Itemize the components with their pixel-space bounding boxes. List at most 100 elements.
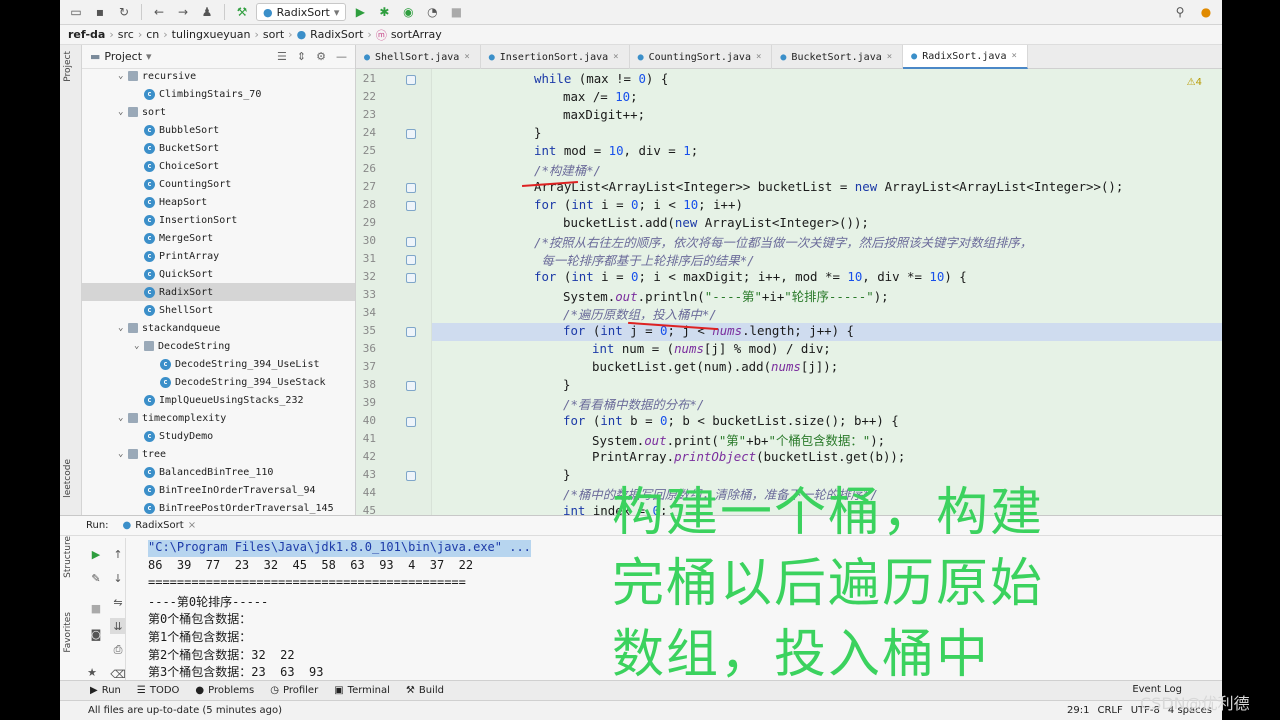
vcs-icon[interactable]: ♟ <box>197 2 217 22</box>
breadcrumb-item[interactable]: sortArray <box>391 28 442 41</box>
tool-window-tab[interactable]: ⚒ Build <box>406 685 444 696</box>
close-icon[interactable]: × <box>613 52 618 62</box>
warning-indicator[interactable]: ⚠4 <box>1187 77 1202 88</box>
tree-item[interactable]: c QuickSort <box>82 265 355 283</box>
caret-position[interactable]: 29:1 <box>1067 705 1089 716</box>
fold-marker-icon[interactable] <box>406 273 416 283</box>
breadcrumb-item[interactable]: ref-da <box>68 28 105 41</box>
close-icon[interactable]: × <box>464 52 469 62</box>
fold-marker-icon[interactable] <box>406 201 416 211</box>
chevron-down-icon[interactable]: ▾ <box>146 50 152 63</box>
forward-icon[interactable]: → <box>173 2 193 22</box>
editor-tab[interactable]: ● CountingSort.java × <box>630 45 773 69</box>
collapse-all-icon[interactable]: ☰ <box>277 50 287 63</box>
tree-item[interactable]: c BucketSort <box>82 139 355 157</box>
back-icon[interactable]: ← <box>149 2 169 22</box>
tree-item[interactable]: c DecodeString_394_UseList <box>82 355 355 373</box>
breadcrumb-item[interactable]: sort <box>263 28 284 41</box>
rerun-icon[interactable]: ▶ <box>88 546 104 562</box>
leetcode-side-tab[interactable]: leetcode <box>63 459 73 498</box>
stop-icon[interactable]: ■ <box>446 2 466 22</box>
chevron-down-icon[interactable]: ⌄ <box>118 323 128 333</box>
run-tab[interactable]: ● RadixSort × <box>123 520 197 531</box>
hide-icon[interactable]: — <box>336 50 347 63</box>
tree-item[interactable]: ⌄ DecodeString <box>82 337 355 355</box>
down-icon[interactable]: ↓ <box>110 570 126 586</box>
fold-marker-icon[interactable] <box>406 381 416 391</box>
favorites-side-tab[interactable]: Favorites <box>63 612 73 653</box>
breadcrumb-item[interactable]: tulingxueyuan <box>172 28 251 41</box>
star-icon[interactable]: ★ <box>84 664 100 680</box>
wrench-icon[interactable]: ✎ <box>88 570 104 586</box>
gear-icon[interactable]: ⚙ <box>316 50 326 63</box>
search-icon[interactable]: ⚲ <box>1170 2 1190 22</box>
tree-item[interactable]: c BinTreeInOrderTraversal_94 <box>82 481 355 499</box>
tree-item[interactable]: c ClimbingStairs_70 <box>82 85 355 103</box>
tool-window-tab[interactable]: ● Problems <box>195 685 254 696</box>
tree-item[interactable]: c HeapSort <box>82 193 355 211</box>
tree-item[interactable]: ⌄ recursive <box>82 67 355 85</box>
tree-item[interactable]: c MergeSort <box>82 229 355 247</box>
fold-marker-icon[interactable] <box>406 129 416 139</box>
profile-icon[interactable]: ◔ <box>422 2 442 22</box>
tree-item[interactable]: c ShellSort <box>82 301 355 319</box>
tree-item[interactable]: c PrintArray <box>82 247 355 265</box>
fold-marker-icon[interactable] <box>406 417 416 427</box>
project-side-tab[interactable]: Project <box>63 51 73 82</box>
chevron-down-icon[interactable]: ⌄ <box>118 107 128 117</box>
breadcrumb-item[interactable]: src <box>118 28 134 41</box>
tool-window-tab[interactable]: ▣ Terminal <box>334 685 390 696</box>
fold-marker-icon[interactable] <box>406 75 416 85</box>
run-config-select[interactable]: ● RadixSort ▾ <box>256 3 347 21</box>
code-editor[interactable]: 21 22 23 24 25 26 27 28 29 30 31 32 33 34 35 36 37 38 39 40… <box>356 69 1222 515</box>
close-icon[interactable]: × <box>1011 51 1016 61</box>
chevron-down-icon[interactable]: ⌄ <box>134 341 144 351</box>
soft-wrap-icon[interactable]: ⇋ <box>110 594 126 610</box>
close-icon[interactable]: × <box>887 52 892 62</box>
editor-tab[interactable]: ● InsertionSort.java × <box>481 45 630 69</box>
chevron-down-icon[interactable]: ⌄ <box>118 71 128 81</box>
breadcrumb-item[interactable]: cn <box>146 28 159 41</box>
camera-icon[interactable]: ◙ <box>88 626 104 642</box>
open-folder-icon[interactable]: ▭ <box>66 2 86 22</box>
run-icon[interactable]: ▶ <box>350 2 370 22</box>
tree-item[interactable]: ⌄ timecomplexity <box>82 409 355 427</box>
tool-window-tab[interactable]: ☰ TODO <box>137 685 180 696</box>
tree-item[interactable]: ⌄ tree <box>82 445 355 463</box>
tree-item[interactable]: c DecodeString_394_UseStack <box>82 373 355 391</box>
tree-item[interactable]: ⌄ stackandqueue <box>82 319 355 337</box>
tree-item[interactable]: c BubbleSort <box>82 121 355 139</box>
stop-icon[interactable]: ■ <box>88 600 104 616</box>
breadcrumb-item[interactable]: RadixSort <box>310 28 363 41</box>
up-icon[interactable]: ↑ <box>110 546 126 562</box>
fold-marker-icon[interactable] <box>406 237 416 247</box>
editor-tab[interactable]: ● ShellSort.java × <box>356 45 481 69</box>
tree-item[interactable]: c ChoiceSort <box>82 157 355 175</box>
tree-item[interactable]: c StudyDemo <box>82 427 355 445</box>
tree-item[interactable]: ⌄ sort <box>82 103 355 121</box>
editor-tab[interactable]: ● BucketSort.java × <box>772 45 904 69</box>
tool-window-tab[interactable]: ▶ Run <box>90 685 121 696</box>
editor-tab[interactable]: ● RadixSort.java × <box>903 45 1028 69</box>
scroll-end-icon[interactable]: ⇊ <box>110 618 126 634</box>
tree-item[interactable]: c BinTreePostOrderTraversal_145 <box>82 499 355 515</box>
print-icon[interactable]: ⎙ <box>110 642 126 658</box>
coverage-icon[interactable]: ◉ <box>398 2 418 22</box>
chevron-down-icon[interactable]: ⌄ <box>118 449 128 459</box>
build-hammer-icon[interactable]: ⚒ <box>232 2 252 22</box>
close-icon[interactable]: × <box>188 520 196 531</box>
chevron-down-icon[interactable]: ⌄ <box>118 413 128 423</box>
tree-item[interactable]: c InsertionSort <box>82 211 355 229</box>
debug-icon[interactable]: ✱ <box>374 2 394 22</box>
fold-marker-icon[interactable] <box>406 327 416 337</box>
project-title[interactable]: Project <box>104 50 142 63</box>
tree-item[interactable]: c RadixSort <box>82 283 355 301</box>
expand-icon[interactable]: ⇕ <box>297 50 306 63</box>
save-icon[interactable]: ▪ <box>90 2 110 22</box>
line-separator[interactable]: CRLF <box>1097 705 1122 716</box>
fold-marker-icon[interactable] <box>406 183 416 193</box>
tree-item[interactable]: c CountingSort <box>82 175 355 193</box>
close-icon[interactable]: × <box>756 52 761 62</box>
structure-side-tab[interactable]: Structure <box>63 536 73 578</box>
update-icon[interactable]: ● <box>1196 2 1216 22</box>
